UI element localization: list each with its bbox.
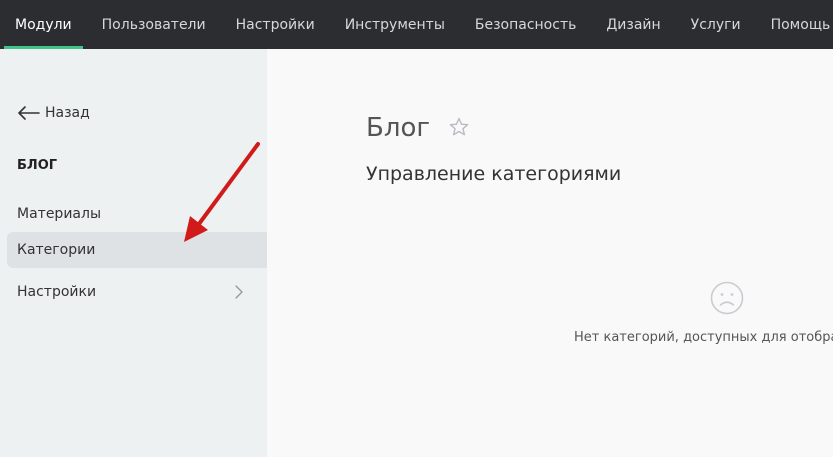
sad-face-icon	[710, 281, 744, 315]
star-outline-icon[interactable]	[449, 117, 469, 137]
nav-services[interactable]: Услуги	[676, 0, 756, 49]
sidebar-item-label: Категории	[17, 242, 96, 258]
empty-state-message: Нет категорий, доступных для отобра	[574, 330, 833, 345]
nav-security[interactable]: Безопасность	[460, 0, 591, 49]
back-label: Назад	[45, 105, 90, 121]
annotation-arrow-icon	[184, 142, 260, 242]
chevron-right-icon	[235, 285, 243, 299]
sidebar-item-settings[interactable]: Настройки	[7, 274, 267, 310]
nav-users[interactable]: Пользователи	[87, 0, 221, 49]
sidebar-section-title: БЛОГ	[17, 158, 58, 173]
page-subtitle: Управление категориями	[366, 163, 622, 185]
nav-settings[interactable]: Настройки	[221, 0, 330, 49]
sidebar-item-label: Материалы	[17, 206, 101, 222]
sidebar-item-label: Настройки	[17, 284, 97, 300]
arrow-left-icon	[18, 106, 40, 120]
nav-help[interactable]: Помощь	[756, 0, 833, 49]
page-title: Блог	[366, 113, 431, 143]
nav-design[interactable]: Дизайн	[591, 0, 675, 49]
back-link[interactable]: Назад	[17, 105, 90, 121]
nav-tools[interactable]: Инструменты	[330, 0, 460, 49]
main-content: Блог Управление категориями Нет категори…	[267, 49, 833, 457]
top-navigation: Модули Пользователи Настройки Инструмент…	[0, 0, 833, 49]
sidebar: Назад БЛОГ Материалы Категории Настройки	[0, 49, 267, 457]
nav-modules[interactable]: Модули	[0, 0, 87, 49]
